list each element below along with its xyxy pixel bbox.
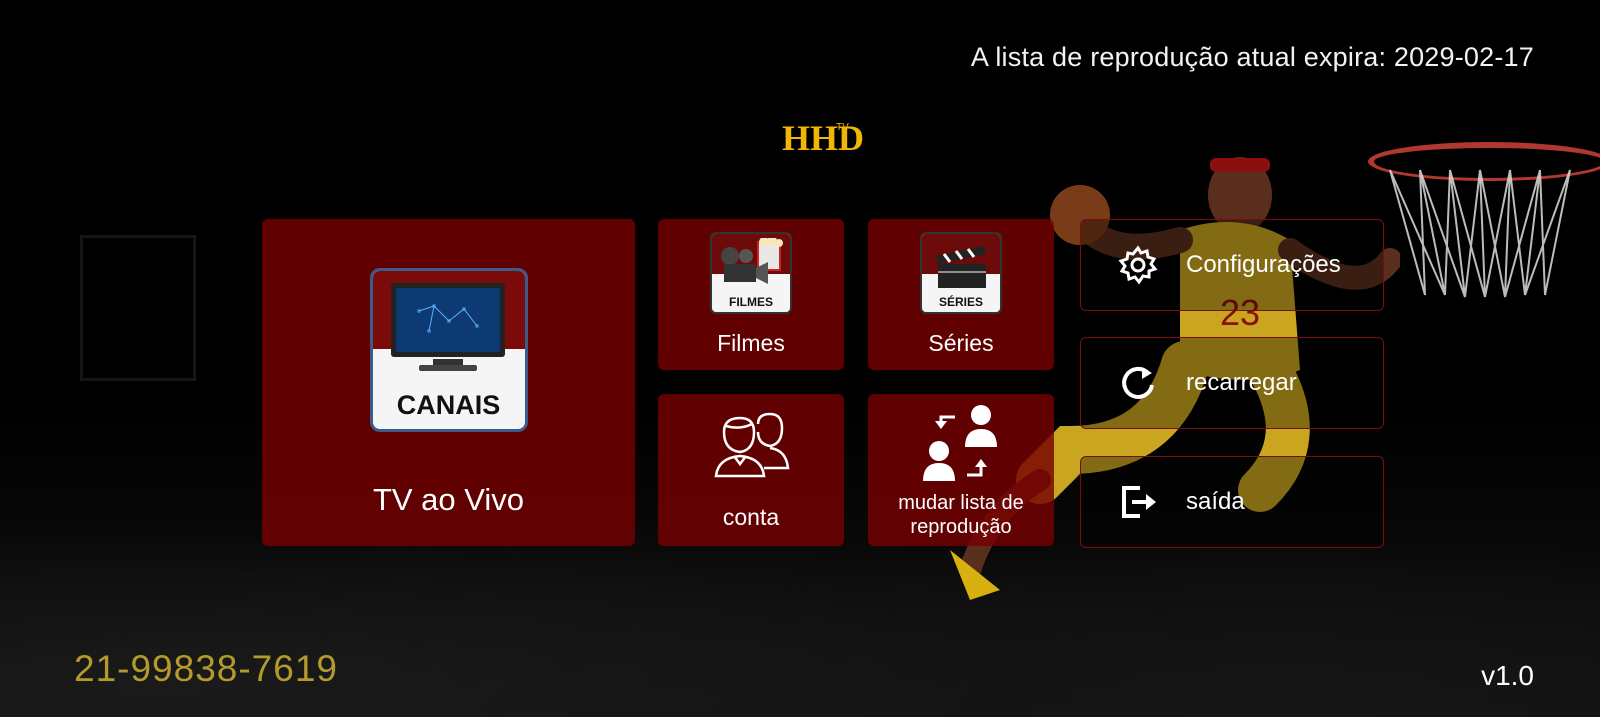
change-playlist-label: mudar lista de reprodução	[898, 492, 1024, 538]
phone-number: 21-99838-7619	[74, 648, 338, 689]
settings-button[interactable]: Configurações	[1080, 219, 1384, 311]
reload-button[interactable]: recarregar	[1080, 337, 1384, 429]
basketball-net	[1389, 169, 1571, 298]
svg-text:HHD: HHD	[782, 118, 864, 158]
reload-label: recarregar	[1186, 369, 1297, 396]
change-playlist-tile[interactable]: mudar lista de reprodução	[868, 394, 1054, 546]
playlist-expiry-text: A lista de reprodução atual expira: 2029…	[970, 42, 1534, 72]
clapperboard-icon: SÉRIES	[920, 232, 1002, 314]
movies-tile[interactable]: FILMES Filmes	[658, 219, 844, 370]
canais-caption: CANAIS	[396, 389, 501, 420]
users-icon	[714, 412, 790, 477]
exit-label: saída	[1186, 488, 1245, 515]
series-label: Séries	[928, 330, 994, 356]
version-label: v1.0	[1481, 660, 1534, 691]
gear-icon	[1118, 245, 1158, 285]
series-caption: SÉRIES	[938, 295, 983, 309]
exit-button[interactable]: saída	[1080, 456, 1384, 548]
switch-users-icon	[923, 405, 997, 481]
live-tv-tile[interactable]: CANAIS TV ao Vivo	[262, 219, 635, 546]
hhd-logo: HHD TV	[782, 118, 864, 158]
account-tile[interactable]: conta	[658, 394, 844, 546]
settings-label: Configurações	[1186, 251, 1341, 278]
reload-icon	[1118, 363, 1158, 403]
series-tile[interactable]: SÉRIES Séries	[868, 219, 1054, 370]
live-tv-label: TV ao Vivo	[372, 481, 525, 517]
backboard-left	[80, 235, 196, 381]
svg-text:TV: TV	[836, 122, 849, 133]
movie-camera-icon: FILMES	[710, 232, 792, 314]
movies-label: Filmes	[717, 330, 785, 356]
account-label: conta	[722, 503, 780, 530]
tv-icon: CANAIS	[369, 267, 528, 432]
exit-icon	[1118, 482, 1158, 522]
filmes-caption: FILMES	[729, 295, 773, 309]
